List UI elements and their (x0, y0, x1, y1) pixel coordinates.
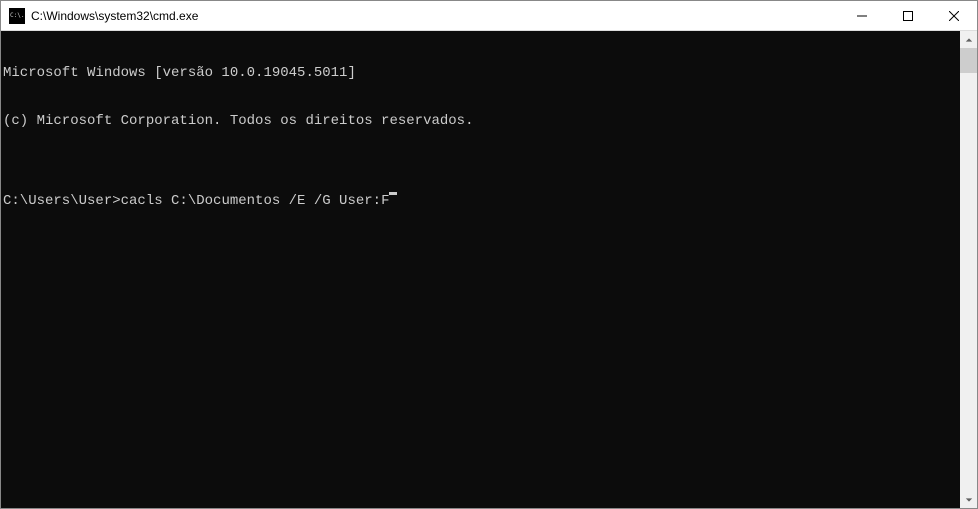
scrollbar[interactable] (960, 31, 977, 508)
close-button[interactable] (931, 1, 977, 30)
window-title: C:\Windows\system32\cmd.exe (31, 9, 839, 23)
terminal-output-line: (c) Microsoft Corporation. Todos os dire… (3, 113, 960, 129)
window-controls (839, 1, 977, 30)
titlebar: C:\. C:\Windows\system32\cmd.exe (1, 1, 977, 31)
cmd-icon: C:\. (9, 8, 25, 24)
scroll-thumb[interactable] (960, 48, 977, 73)
scroll-up-button[interactable] (960, 31, 977, 48)
cmd-icon-text: C:\. (10, 13, 24, 19)
terminal[interactable]: Microsoft Windows [versão 10.0.19045.501… (1, 31, 960, 508)
terminal-prompt: C:\Users\User> (3, 193, 121, 209)
maximize-button[interactable] (885, 1, 931, 30)
minimize-icon (857, 11, 867, 21)
maximize-icon (903, 11, 913, 21)
terminal-container: Microsoft Windows [versão 10.0.19045.501… (1, 31, 977, 508)
terminal-output-line: Microsoft Windows [versão 10.0.19045.501… (3, 65, 960, 81)
scroll-track[interactable] (960, 48, 977, 491)
scroll-down-button[interactable] (960, 491, 977, 508)
terminal-cursor (389, 192, 397, 195)
close-icon (949, 11, 959, 21)
minimize-button[interactable] (839, 1, 885, 30)
chevron-up-icon (965, 36, 973, 44)
terminal-command: cacls C:\Documentos /E /G User:F (121, 193, 390, 209)
chevron-down-icon (965, 496, 973, 504)
terminal-prompt-line: C:\Users\User>cacls C:\Documentos /E /G … (3, 193, 960, 209)
